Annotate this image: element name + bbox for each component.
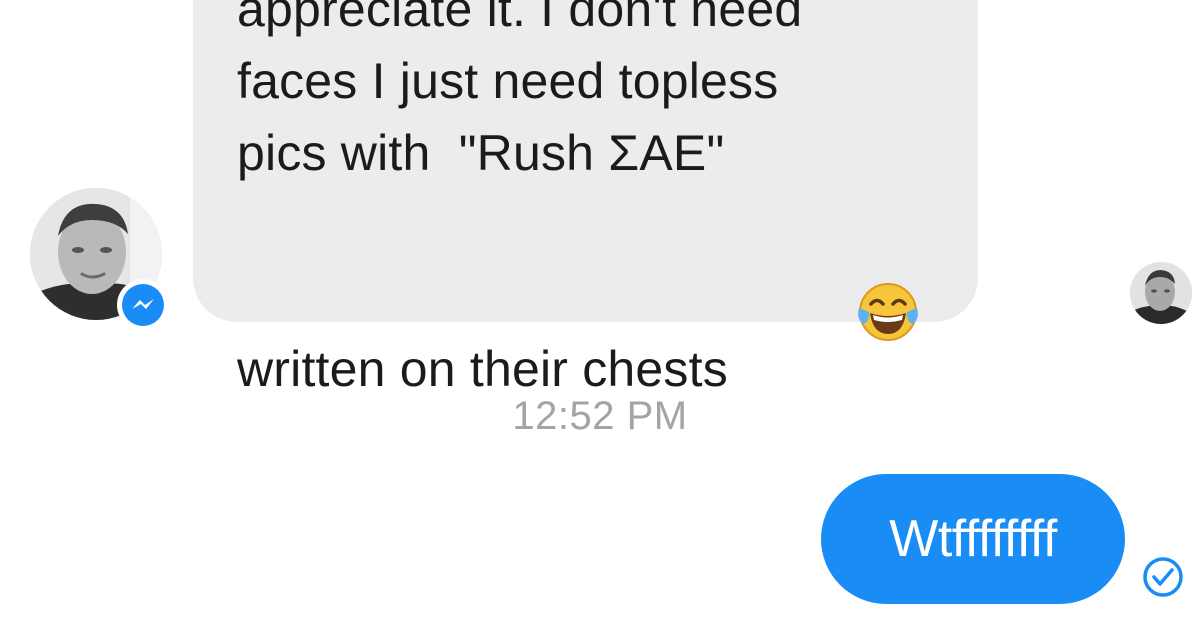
incoming-message-line: written on their chests: [237, 341, 728, 397]
incoming-message-line: pics with "Rush ΣAE": [237, 125, 725, 181]
messenger-icon: [117, 279, 169, 331]
read-receipt-avatar: [1130, 262, 1192, 324]
messenger-conversation: appreciate it. I don't need faces I just…: [0, 0, 1200, 627]
outgoing-message-bubble[interactable]: Wtffffffff: [821, 474, 1125, 604]
message-timestamp: 12:52 PM: [512, 394, 688, 438]
incoming-message-line: appreciate it. I don't need: [237, 0, 803, 37]
incoming-message-line: faces I just need topless: [237, 53, 779, 109]
incoming-message-last-line: written on their chests: [237, 220, 918, 398]
face-with-tears-of-joy-icon: [742, 220, 918, 341]
check-circle-icon: [1141, 555, 1185, 599]
outgoing-message-text: Wtffffffff: [889, 510, 1057, 568]
incoming-message-bubble[interactable]: appreciate it. I don't need faces I just…: [193, 0, 978, 397]
